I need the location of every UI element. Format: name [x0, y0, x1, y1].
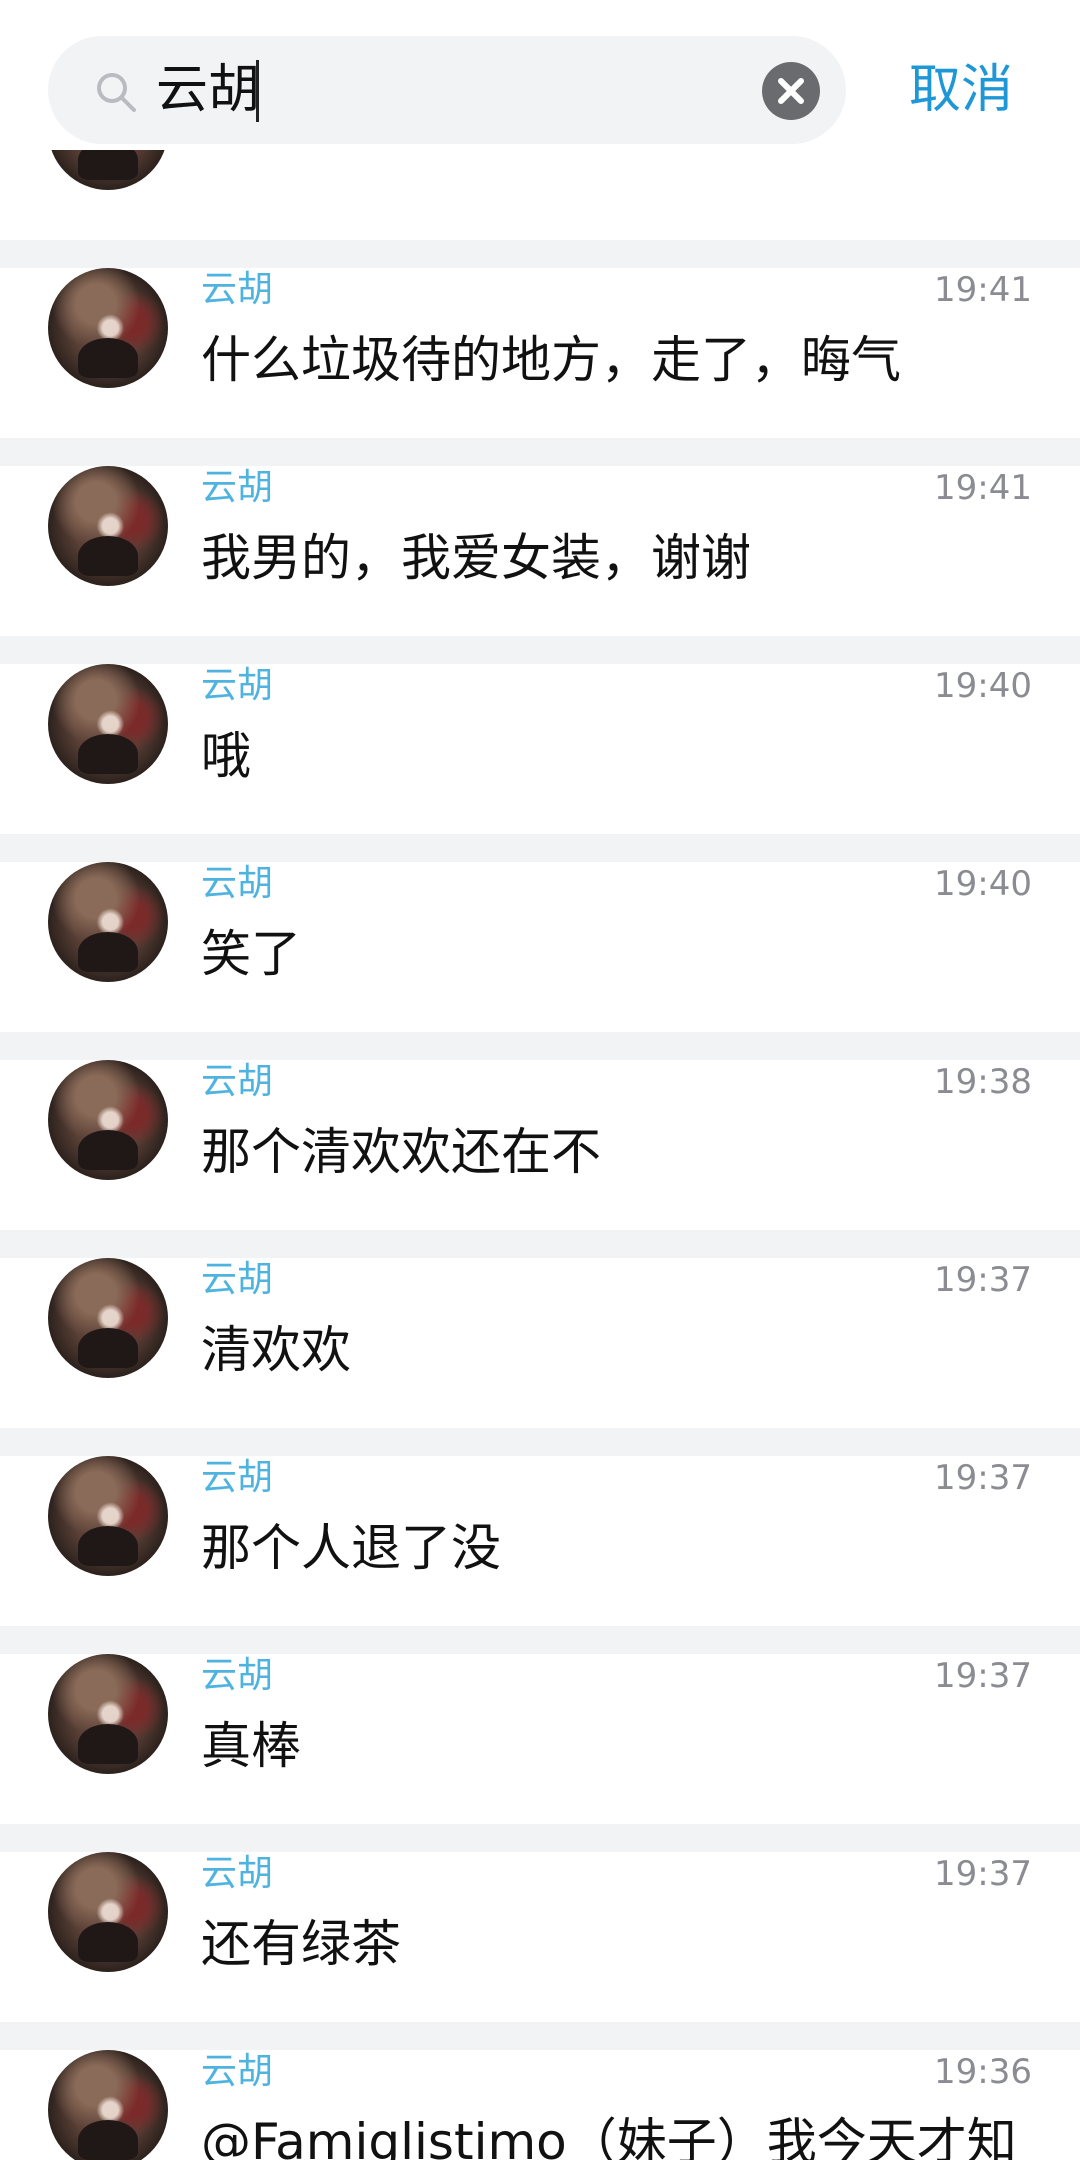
message-text: 那个人退了没 [201, 1519, 501, 1577]
result-card[interactable]: 云胡 19:37 清欢欢 [0, 1258, 1080, 1428]
avatar[interactable] [48, 664, 168, 784]
result-card[interactable]: 云胡 19:37 那个人退了没 [0, 1456, 1080, 1626]
avatar[interactable] [48, 1852, 168, 1972]
sender-name: 云胡 [201, 665, 274, 706]
message-time: 19:41 [934, 468, 1032, 508]
sender-name: 云胡 [201, 863, 274, 904]
result-card[interactable]: 云胡 19:36 @Famiglistimo（妹子）我今天才知 [0, 2050, 1080, 2160]
avatar[interactable] [48, 2050, 168, 2160]
sender-name: 云胡 [201, 1061, 274, 1102]
message-time: 19:37 [934, 1656, 1032, 1696]
message-text: 笑了 [201, 925, 301, 983]
message-time: 19:37 [934, 1260, 1032, 1300]
search-header: 云胡 取消 [0, 0, 1080, 150]
result-card[interactable]: 云胡 19:41 我男的，我爱女装，谢谢 [0, 466, 1080, 636]
sender-name: 云胡 [201, 467, 274, 508]
avatar[interactable] [48, 1456, 168, 1576]
message-text: 真棒 [201, 1717, 301, 1775]
message-text: 清欢欢 [201, 1321, 351, 1379]
message-time: 19:40 [934, 666, 1032, 706]
message-time: 19:40 [934, 864, 1032, 904]
message-text: 那个清欢欢还在不 [201, 1123, 601, 1181]
message-text: @Famiglistimo（妹子）我今天才知 [201, 2113, 1017, 2160]
message-text: 我男的，我爱女装，谢谢 [201, 529, 751, 587]
message-text: 还有绿茶 [201, 1915, 401, 1973]
result-card[interactable]: 云胡 19:40 笑了 [0, 862, 1080, 1032]
avatar[interactable] [48, 1258, 168, 1378]
sender-name: 云胡 [201, 269, 274, 310]
message-text: 什么垃圾待的地方，走了，晦气 [201, 331, 901, 389]
message-time: 19:41 [934, 270, 1032, 310]
result-card[interactable]: 云胡 19:41 什么垃圾待的地方，走了，晦气 [0, 268, 1080, 438]
sender-name: 云胡 [201, 1655, 274, 1696]
cancel-button[interactable]: 取消 [906, 58, 1016, 122]
avatar[interactable] [48, 1060, 168, 1180]
clear-button[interactable] [762, 62, 820, 120]
avatar[interactable] [48, 466, 168, 586]
sender-name: 云胡 [201, 1853, 274, 1894]
sender-name: 云胡 [201, 2051, 274, 2092]
message-time: 19:38 [934, 1062, 1032, 1102]
search-query[interactable]: 云胡 [156, 58, 260, 122]
search-icon [97, 73, 136, 112]
avatar[interactable] [48, 1654, 168, 1774]
message-time: 19:37 [934, 1458, 1032, 1498]
avatar[interactable] [48, 862, 168, 982]
message-text: 哦 [201, 727, 251, 785]
sender-name: 云胡 [201, 1259, 274, 1300]
result-card[interactable]: 云胡 19:37 真棒 [0, 1654, 1080, 1824]
text-caret [256, 60, 259, 122]
message-time: 19:37 [934, 1854, 1032, 1894]
clear-icon [778, 78, 804, 104]
result-card[interactable]: 云胡 19:40 哦 [0, 664, 1080, 834]
message-time: 19:36 [934, 2052, 1032, 2092]
result-card[interactable]: 云胡 19:38 那个清欢欢还在不 [0, 1060, 1080, 1230]
avatar[interactable] [48, 268, 168, 388]
sender-name: 云胡 [201, 1457, 274, 1498]
search-screen: 云胡 取消 云胡 19:41 什么垃圾待的地方，走了，晦气 云胡 19:41 我… [0, 0, 1080, 2160]
result-card[interactable]: 云胡 19:37 还有绿茶 [0, 1852, 1080, 2022]
